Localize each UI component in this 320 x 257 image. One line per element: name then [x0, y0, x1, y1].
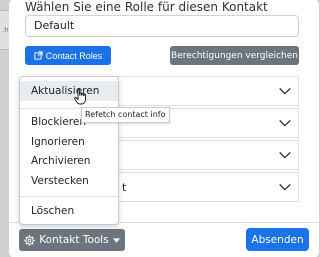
menu-item-archivieren[interactable]: Archivieren [20, 151, 118, 171]
background-snippet: .h [2, 26, 9, 34]
tooltip: Refetch contact info [81, 107, 170, 123]
external-link-icon [34, 51, 43, 60]
menu-item-loeschen[interactable]: Löschen [20, 201, 118, 221]
accordion-item-label: t [122, 181, 127, 194]
absenden-button[interactable]: Absenden [246, 228, 309, 251]
kontakt-tools-button[interactable]: Kontakt Tools [19, 229, 125, 251]
role-label: Wählen Sie eine Rolle für diesen Kontakt [25, 0, 268, 14]
chevron-down-icon [279, 87, 291, 95]
compare-permissions-label: Berechtigungen vergleichen [171, 50, 298, 61]
absenden-label: Absenden [251, 233, 304, 246]
caret-down-icon [112, 237, 120, 243]
menu-item-aktualisieren[interactable]: Aktualisieren [20, 81, 118, 101]
kontakt-tools-label: Kontakt Tools [39, 234, 109, 246]
role-select[interactable]: Default [25, 15, 299, 37]
compare-permissions-button[interactable]: Berechtigungen vergleichen [170, 46, 299, 65]
gear-icon [24, 234, 35, 246]
menu-item-ignorieren[interactable]: Ignorieren [20, 132, 118, 152]
chevron-down-icon [279, 151, 291, 159]
chevron-down-icon [279, 119, 291, 127]
menu-item-verstecken[interactable]: Verstecken [20, 171, 118, 191]
hand-cursor-icon [74, 88, 86, 105]
menu-divider [20, 196, 118, 197]
chevron-down-icon [279, 183, 291, 191]
contact-roles-label: Contact Roles [45, 50, 103, 61]
contact-roles-button[interactable]: Contact Roles [25, 46, 111, 65]
kontakt-tools-menu: Aktualisieren Blockieren Ignorieren Arch… [19, 76, 119, 225]
